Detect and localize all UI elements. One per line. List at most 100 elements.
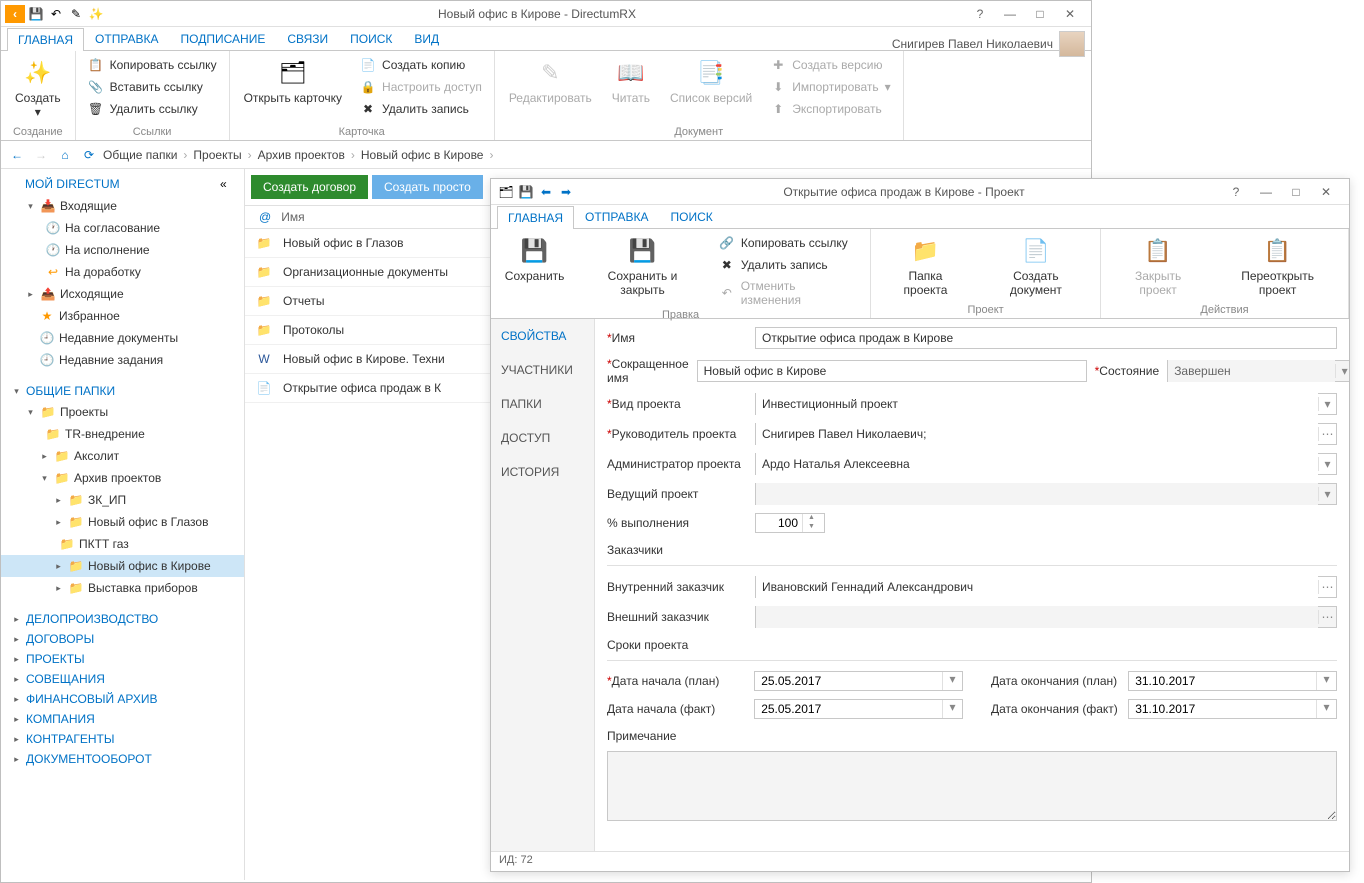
edit-button[interactable]: ✎Редактировать — [503, 55, 598, 108]
set-access-button[interactable]: 🔒Настроить доступ — [356, 77, 486, 97]
copy-link-button[interactable]: 🔗Копировать ссылку — [715, 233, 862, 253]
save-button[interactable]: 💾Сохранить — [499, 233, 570, 286]
nav-kirov[interactable]: ▸📁Новый офис в Кирове — [1, 555, 244, 577]
tab-view[interactable]: ВИД — [403, 27, 450, 50]
chevron-down-icon[interactable]: ▾ — [942, 700, 962, 718]
side-props[interactable]: СВОЙСТВА — [491, 319, 594, 353]
chevron-down-icon[interactable]: ▾ — [942, 672, 962, 690]
undo-button[interactable]: ↶Отменить изменения — [715, 277, 862, 309]
create-version-button[interactable]: ✚Создать версию — [766, 55, 894, 75]
card-icon[interactable]: 🗂 — [497, 183, 515, 201]
create-doc-button[interactable]: 📄Создать документ — [980, 233, 1092, 300]
chevron-down-icon[interactable]: ▾ — [1318, 457, 1336, 471]
help-icon[interactable]: ? — [969, 4, 991, 24]
refresh-icon[interactable]: ⟳ — [79, 145, 99, 165]
nav-inbox[interactable]: ▾📥Входящие — [1, 195, 244, 217]
qat-edit-icon[interactable]: ✎ — [67, 5, 85, 23]
end-plan-input[interactable] — [1129, 672, 1316, 690]
project-folder-button[interactable]: 📁Папка проекта — [879, 233, 972, 300]
nav-expo[interactable]: ▸📁Выставка приборов — [1, 577, 244, 599]
chevron-down-icon[interactable]: ▾ — [1316, 672, 1336, 690]
side-members[interactable]: УЧАСТНИКИ — [491, 353, 594, 387]
maximize-icon[interactable]: □ — [1029, 4, 1051, 24]
ellipsis-icon[interactable]: ⋯ — [1318, 610, 1336, 624]
short-input[interactable] — [697, 360, 1087, 382]
nav-sec-2[interactable]: ▸ПРОЕКТЫ — [1, 649, 244, 669]
chevron-down-icon[interactable]: ▾ — [1318, 487, 1336, 501]
state-input[interactable] — [1168, 360, 1335, 382]
side-access[interactable]: ДОСТУП — [491, 421, 594, 455]
tab-home[interactable]: ГЛАВНАЯ — [7, 28, 84, 51]
lead-input[interactable] — [756, 483, 1318, 505]
chevron-down-icon[interactable]: ▾ — [1316, 700, 1336, 718]
app-icon[interactable]: ‹ — [5, 5, 25, 23]
tab-send[interactable]: ОТПРАВКА — [84, 27, 170, 50]
nav-sec-7[interactable]: ▸ДОКУМЕНТООБОРОТ — [1, 749, 244, 769]
manager-input[interactable] — [756, 423, 1318, 445]
bc-0[interactable]: Общие папки — [103, 148, 177, 162]
bc-3[interactable]: Новый офис в Кирове — [361, 148, 484, 162]
qat-undo-icon[interactable]: ↶ — [47, 5, 65, 23]
home-icon[interactable]: ⌂ — [55, 145, 75, 165]
note-input[interactable] — [607, 751, 1337, 821]
side-history[interactable]: ИСТОРИЯ — [491, 455, 594, 489]
int-cust-input[interactable] — [756, 576, 1318, 598]
bc-1[interactable]: Проекты — [193, 148, 241, 162]
start-plan-input[interactable] — [755, 672, 942, 690]
delete-link-button[interactable]: 🗑Удалить ссылку — [84, 99, 221, 119]
nav-folders[interactable]: ▾ОБЩИЕ ПАПКИ — [1, 381, 244, 401]
back-icon[interactable]: ⬅ — [537, 183, 555, 201]
name-input[interactable] — [755, 327, 1337, 349]
nav-rework[interactable]: ↩На доработку — [1, 261, 244, 283]
end-fact-field[interactable]: ▾ — [1128, 699, 1337, 719]
ptab-send[interactable]: ОТПРАВКА — [574, 205, 660, 228]
ptab-home[interactable]: ГЛАВНАЯ — [497, 206, 574, 229]
create-simple-button[interactable]: Создать просто — [372, 175, 483, 199]
minimize-icon[interactable]: — — [1255, 182, 1277, 202]
read-button[interactable]: 📖Читать — [606, 55, 656, 108]
start-fact-input[interactable] — [755, 700, 942, 718]
kind-input[interactable] — [756, 393, 1318, 415]
nav-glazov[interactable]: ▸📁Новый офис в Глазов — [1, 511, 244, 533]
versions-button[interactable]: 📑Список версий — [664, 55, 758, 108]
nav-aksolit[interactable]: ▸📁Аксолит — [1, 445, 244, 467]
nav-my[interactable]: МОЙ DIRECTUM — [25, 177, 120, 191]
side-folders[interactable]: ПАПКИ — [491, 387, 594, 421]
pin-icon[interactable]: « — [220, 177, 234, 191]
user-area[interactable]: Снигирев Павел Николаевич — [892, 31, 1085, 57]
paste-link-button[interactable]: 📎Вставить ссылку — [84, 77, 221, 97]
percent-stepper[interactable]: ▲▼ — [755, 513, 825, 533]
maximize-icon[interactable]: □ — [1285, 182, 1307, 202]
ellipsis-icon[interactable]: ⋯ — [1318, 427, 1336, 441]
minimize-icon[interactable]: — — [999, 4, 1021, 24]
nav-approval[interactable]: 🕐На согласование — [1, 217, 244, 239]
end-plan-field[interactable]: ▾ — [1128, 671, 1337, 691]
nav-zk[interactable]: ▸📁ЗК_ИП — [1, 489, 244, 511]
bc-2[interactable]: Архив проектов — [258, 148, 345, 162]
spin-down-icon[interactable]: ▼ — [803, 523, 820, 532]
nav-outbox[interactable]: ▸📤Исходящие — [1, 283, 244, 305]
nav-projects[interactable]: ▾📁Проекты — [1, 401, 244, 423]
start-plan-field[interactable]: ▾ — [754, 671, 963, 691]
spin-up-icon[interactable]: ▲ — [803, 514, 820, 523]
nav-sec-4[interactable]: ▸ФИНАНСОВЫЙ АРХИВ — [1, 689, 244, 709]
chevron-down-icon[interactable]: ▾ — [1335, 364, 1349, 378]
create-button[interactable]: ✨ Создать▾ — [9, 55, 67, 122]
end-fact-input[interactable] — [1129, 700, 1316, 718]
delete-rec-button[interactable]: ✖Удалить запись — [715, 255, 862, 275]
avatar[interactable] — [1059, 31, 1085, 57]
tab-sign[interactable]: ПОДПИСАНИЕ — [170, 27, 277, 50]
nav-sec-0[interactable]: ▸ДЕЛОПРОИЗВОДСТВО — [1, 609, 244, 629]
admin-input[interactable] — [756, 453, 1318, 475]
create-copy-button[interactable]: 📄Создать копию — [356, 55, 486, 75]
save-close-button[interactable]: 💾Сохранить и закрыть — [578, 233, 707, 300]
ext-cust-input[interactable] — [756, 606, 1318, 628]
qat-new-icon[interactable]: ✨ — [87, 5, 105, 23]
close-icon[interactable]: ✕ — [1315, 182, 1337, 202]
nav-sec-3[interactable]: ▸СОВЕЩАНИЯ — [1, 669, 244, 689]
close-icon[interactable]: ✕ — [1059, 4, 1081, 24]
import-button[interactable]: ⬇Импортировать ▾ — [766, 77, 894, 97]
close-project-button[interactable]: 📋Закрыть проект — [1109, 233, 1207, 300]
nav-archive[interactable]: ▾📁Архив проектов — [1, 467, 244, 489]
forward-icon[interactable]: → — [31, 145, 51, 165]
